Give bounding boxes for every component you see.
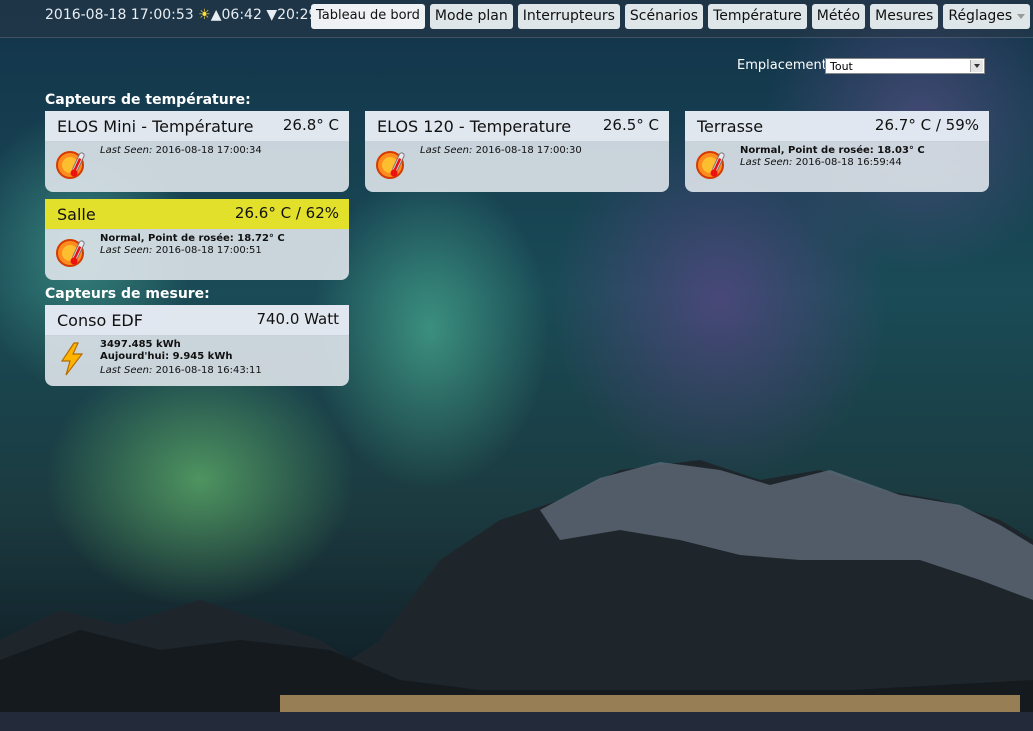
section-title-measure: Capteurs de mesure: — [45, 286, 210, 302]
clock: 2016-08-18 17:00:53 ☀▲06:42 ▼20:29 — [45, 7, 317, 23]
sunset-icon: ▼ — [266, 7, 278, 23]
device-name[interactable]: Salle — [57, 205, 96, 224]
device-value: 740.0 Watt — [256, 310, 339, 328]
thermometer-sun-icon[interactable] — [55, 148, 89, 182]
tab-scenes[interactable]: Scénarios — [624, 4, 704, 29]
section-title-temperature: Capteurs de température: — [45, 92, 251, 108]
card-header: Salle 26.6° C / 62% — [45, 199, 349, 230]
card-header: ELOS Mini - Température 26.8° C — [45, 111, 349, 142]
sunrise-time: 06:42 — [221, 7, 262, 23]
device-info: Normal, Point de rosée: 18.72° C Last Se… — [100, 233, 285, 257]
card-header: Terrasse 26.7° C / 59% — [685, 111, 989, 142]
device-name[interactable]: ELOS 120 - Temperature — [377, 117, 571, 136]
tab-switches[interactable]: Interrupteurs — [517, 4, 620, 29]
device-name[interactable]: Conso EDF — [57, 311, 143, 330]
device-info: Normal, Point de rosée: 18.03° C Last Se… — [740, 145, 925, 169]
device-status: Normal, Point de rosée: 18.72° C — [100, 233, 285, 244]
device-value: 26.7° C / 59% — [874, 116, 979, 134]
device-info: 3497.485 kWh Aujourd'hui: 9.945 kWh Last… — [100, 339, 262, 377]
lightning-bolt-icon[interactable] — [55, 342, 89, 376]
device-name[interactable]: Terrasse — [697, 117, 763, 136]
last-seen-label: Last Seen: — [100, 245, 153, 256]
tab-weather[interactable]: Météo — [811, 4, 866, 29]
tab-settings[interactable]: Réglages — [943, 4, 1031, 29]
device-value: 26.6° C / 62% — [234, 204, 339, 222]
device-card-elos-120: ELOS 120 - Temperature 26.5° C Last Seen… — [365, 111, 669, 192]
tab-floorplan[interactable]: Mode plan — [429, 4, 513, 29]
top-bar: 2016-08-18 17:00:53 ☀▲06:42 ▼20:29 Table… — [0, 0, 1033, 38]
main-nav: Tableau de bord Mode plan Interrupteurs … — [311, 4, 1031, 29]
tab-measures[interactable]: Mesures — [870, 4, 939, 29]
device-card-elos-mini: ELOS Mini - Température 26.8° C Last See… — [45, 111, 349, 192]
current-datetime: 2016-08-18 17:00:53 — [45, 7, 194, 23]
thermometer-sun-icon[interactable] — [375, 148, 409, 182]
last-seen-label: Last Seen: — [100, 145, 153, 156]
thermometer-sun-icon[interactable] — [695, 148, 729, 182]
thermometer-sun-icon[interactable] — [55, 236, 89, 270]
location-select[interactable]: Tout — [825, 58, 985, 74]
last-seen-label: Last Seen: — [740, 157, 793, 168]
card-header: ELOS 120 - Temperature 26.5° C — [365, 111, 669, 142]
tab-dashboard[interactable]: Tableau de bord — [311, 4, 425, 29]
tab-temperature[interactable]: Température — [708, 4, 807, 29]
device-info: Last Seen: 2016-08-18 17:00:30 — [420, 145, 582, 157]
device-status: Normal, Point de rosée: 18.03° C — [740, 145, 925, 156]
card-header: Conso EDF 740.0 Watt — [45, 305, 349, 336]
energy-total: 3497.485 kWh — [100, 339, 181, 350]
energy-today: Aujourd'hui: 9.945 kWh — [100, 351, 233, 362]
chevron-down-icon — [1017, 13, 1026, 19]
tab-settings-label: Réglages — [948, 8, 1013, 24]
last-seen-value: 2016-08-18 16:59:44 — [795, 157, 902, 168]
device-name[interactable]: ELOS Mini - Température — [57, 117, 253, 136]
sun-icon: ☀ — [198, 7, 211, 23]
last-seen-value: 2016-08-18 16:43:11 — [155, 365, 262, 376]
device-card-salle: Salle 26.6° C / 62% Normal, Point de ros… — [45, 199, 349, 280]
location-select-value: Tout — [830, 60, 853, 73]
device-value: 26.5° C — [602, 116, 659, 134]
last-seen-value: 2016-08-18 17:00:51 — [155, 245, 262, 256]
device-value: 26.8° C — [282, 116, 339, 134]
last-seen-label: Last Seen: — [420, 145, 473, 156]
sunrise-icon: ▲ — [210, 7, 222, 23]
dropdown-arrow-icon[interactable] — [970, 60, 983, 72]
device-card-terrasse: Terrasse 26.7° C / 59% Normal, Point de … — [685, 111, 989, 192]
location-label: Emplacement: — [737, 58, 832, 73]
last-seen-value: 2016-08-18 17:00:30 — [475, 145, 582, 156]
device-info: Last Seen: 2016-08-18 17:00:34 — [100, 145, 262, 157]
last-seen-label: Last Seen: — [100, 365, 153, 376]
last-seen-value: 2016-08-18 17:00:34 — [155, 145, 262, 156]
device-card-conso-edf: Conso EDF 740.0 Watt 3497.485 kWh Aujour… — [45, 305, 349, 386]
